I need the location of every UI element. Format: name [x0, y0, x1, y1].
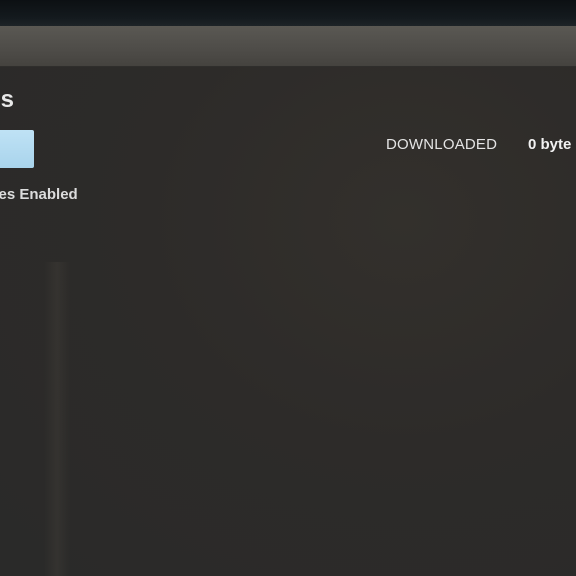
- downloaded-label: DOWNLOADED: [386, 136, 498, 153]
- panel-divider: [44, 262, 70, 576]
- top-navigation-bar: [0, 26, 576, 67]
- primary-action-button[interactable]: [0, 130, 34, 168]
- downloaded-value: 0 byte: [528, 136, 572, 153]
- page-title: ns: [0, 86, 15, 113]
- status-text: ales Enabled: [0, 186, 78, 203]
- screen-bezel: [0, 0, 576, 26]
